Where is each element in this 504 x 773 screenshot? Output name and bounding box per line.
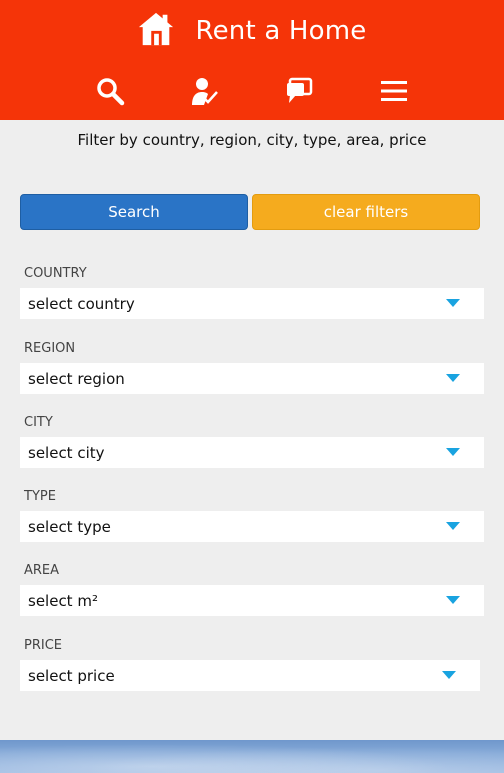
menu-icon[interactable]	[377, 74, 411, 108]
area-label: AREA	[24, 563, 60, 578]
price-select[interactable]: select price	[20, 660, 480, 691]
chevron-down-icon	[446, 299, 460, 307]
app-header: Rent a Home	[0, 0, 504, 120]
region-select-value: select region	[28, 369, 125, 388]
area-select[interactable]: select m²	[20, 585, 484, 616]
price-select-value: select price	[28, 666, 115, 685]
type-select-value: select type	[28, 517, 111, 536]
chevron-down-icon	[446, 448, 460, 456]
banner-image	[0, 740, 504, 773]
nav-bar	[0, 70, 504, 110]
chevron-down-icon	[446, 374, 460, 382]
search-button[interactable]: Search	[20, 194, 248, 230]
country-select-value: select country	[28, 294, 135, 313]
type-select[interactable]: select type	[20, 511, 484, 542]
home-icon	[137, 10, 195, 52]
city-label: CITY	[24, 415, 53, 430]
chat-icon[interactable]	[282, 74, 316, 108]
chevron-down-icon	[442, 671, 456, 679]
city-select-value: select city	[28, 443, 105, 462]
chevron-down-icon	[446, 596, 460, 604]
type-label: TYPE	[24, 489, 56, 504]
user-check-icon[interactable]	[187, 74, 221, 108]
area-select-value: select m²	[28, 591, 98, 610]
country-select[interactable]: select country	[20, 288, 484, 319]
price-label: PRICE	[24, 638, 62, 653]
search-icon[interactable]	[93, 74, 127, 108]
country-label: COUNTRY	[24, 266, 87, 281]
city-select[interactable]: select city	[20, 437, 484, 468]
filter-description: Filter by country, region, city, type, a…	[77, 131, 427, 149]
region-label: REGION	[24, 341, 76, 356]
brand[interactable]: Rent a Home	[0, 8, 504, 54]
region-select[interactable]: select region	[20, 363, 484, 394]
chevron-down-icon	[446, 522, 460, 530]
app-title: Rent a Home	[195, 16, 367, 46]
clear-filters-button[interactable]: clear filters	[252, 194, 480, 230]
